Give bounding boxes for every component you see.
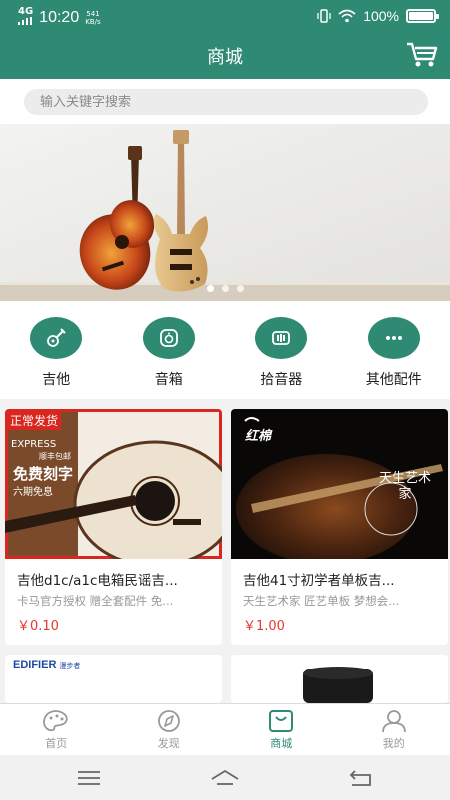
bag-icon: [269, 710, 294, 732]
promo-installment: 六期免息: [13, 487, 53, 498]
pickup-icon: [255, 317, 308, 359]
menu-button[interactable]: [74, 767, 104, 789]
banner-pagination: [0, 285, 450, 292]
express-sub: 顺丰包邮: [39, 452, 71, 461]
promo-engrave: 免费刻字: [13, 465, 74, 483]
vibrate-icon: [317, 9, 331, 23]
wifi-icon: [338, 9, 356, 23]
brand-sub: 漫步者: [59, 662, 81, 670]
battery-icon: [406, 9, 439, 23]
palette-icon: [43, 710, 68, 732]
app-header: 商城: [0, 33, 450, 79]
speed-unit: KB/s: [85, 17, 101, 26]
category-row: 吉他 音箱 拾音器 其他配件: [0, 301, 450, 399]
banner-carousel[interactable]: [0, 124, 450, 301]
category-pickup[interactable]: 拾音器: [225, 301, 338, 399]
tab-home[interactable]: 首页: [0, 704, 113, 755]
more-icon: [367, 317, 420, 359]
category-label: 音箱: [154, 372, 183, 388]
tab-label: 发现: [157, 737, 180, 750]
product-image: 红棉 天生艺术家: [231, 409, 448, 559]
product-title: 吉他d1c/a1c电箱民谣吉...: [17, 573, 178, 589]
network-type: 4G: [18, 6, 34, 17]
product-subtitle: 天生艺术家 匠艺单板 梦想会...: [243, 594, 400, 608]
banner-dot[interactable]: [206, 285, 214, 292]
banner-dot[interactable]: [236, 285, 244, 292]
product-card[interactable]: EDIFIER 漫步者: [5, 655, 222, 703]
brand-name: EDIFIER: [13, 659, 57, 671]
product-card[interactable]: 红棉 天生艺术家 吉他41寸初学者单板吉... 天生艺术家 匠艺单板 梦想会..…: [231, 409, 448, 645]
battery-percent: 100%: [363, 8, 399, 24]
status-right: 100%: [317, 8, 439, 24]
product-image: [303, 667, 373, 703]
edifier-logo: EDIFIER 漫步者: [13, 659, 80, 671]
product-card[interactable]: [231, 655, 448, 703]
status-bar: 4G 10:20 541 KB/s 100%: [0, 0, 450, 33]
tab-discover[interactable]: 发现: [113, 704, 226, 755]
compass-icon: [157, 710, 180, 732]
tab-mall[interactable]: 商城: [225, 704, 338, 755]
product-subtitle: 卡马官方授权 赠全套配件 免...: [17, 594, 174, 608]
clock: 10:20: [39, 8, 80, 26]
system-navigation-bar: [0, 755, 450, 800]
back-button[interactable]: [346, 767, 376, 789]
back-icon: [349, 770, 371, 786]
guitar-icon: [30, 317, 83, 359]
cart-button[interactable]: [406, 41, 438, 69]
product-card[interactable]: 正常发货 EXPRESS 顺丰包邮 免费刻字 六期免息 吉他d1c/a1c电箱民…: [5, 409, 222, 645]
speaker-icon: [142, 317, 195, 359]
category-guitar[interactable]: 吉他: [0, 301, 113, 399]
cart-icon: [407, 42, 438, 67]
status-left: 4G 10:20 541 KB/s: [18, 7, 101, 28]
tab-profile[interactable]: 我的: [338, 704, 450, 755]
bottom-tabbar: 首页 发现 商城 我的: [0, 703, 450, 755]
speed-value: 541: [86, 9, 100, 18]
banner-image: [0, 124, 450, 301]
network-speed: 541 KB/s: [85, 10, 100, 26]
tab-label: 商城: [270, 737, 293, 750]
category-label: 其他配件: [365, 372, 422, 388]
search-input[interactable]: [24, 89, 428, 115]
home-button[interactable]: [210, 767, 240, 789]
category-label: 拾音器: [260, 372, 303, 388]
signal-icon: [18, 17, 32, 25]
tab-label: 首页: [45, 737, 68, 750]
brand-seal: 天生艺术家: [378, 471, 431, 502]
express-logo: EXPRESS: [11, 439, 56, 450]
express-brand: EXPRESS: [11, 439, 57, 450]
shipping-badge: 正常发货: [7, 411, 62, 430]
search-bar: [0, 79, 450, 124]
tab-label: 我的: [382, 737, 405, 750]
network-indicator: 4G: [18, 7, 33, 28]
product-price: ￥0.10: [17, 619, 59, 634]
banner-dot[interactable]: [221, 285, 229, 292]
battery-fill: [409, 12, 433, 20]
menu-icon: [78, 771, 100, 785]
person-icon: [381, 710, 406, 733]
home-icon: [211, 769, 239, 785]
product-image: 正常发货 EXPRESS 顺丰包邮 免费刻字 六期免息: [5, 409, 222, 559]
category-speaker[interactable]: 音箱: [113, 301, 226, 399]
product-title: 吉他41寸初学者单板吉...: [243, 573, 395, 589]
product-price: ￥1.00: [243, 619, 285, 634]
category-accessories[interactable]: 其他配件: [338, 301, 450, 399]
category-label: 吉他: [42, 372, 71, 388]
brand-logo: 红棉: [245, 429, 272, 444]
page-title: 商城: [207, 47, 243, 68]
